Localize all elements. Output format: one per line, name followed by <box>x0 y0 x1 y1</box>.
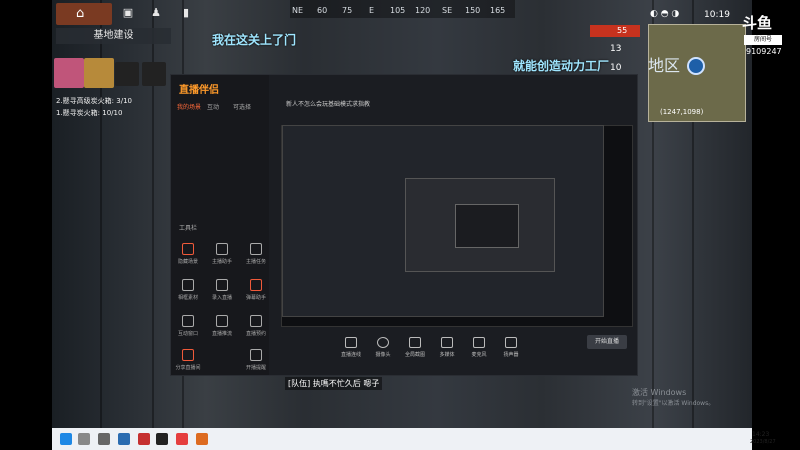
stats-icon[interactable]: ▮ <box>175 4 197 22</box>
compass-tick: NE <box>292 6 304 15</box>
compass-tick: 120 <box>415 6 431 15</box>
avatar[interactable] <box>84 58 114 88</box>
app-icon[interactable] <box>156 433 168 445</box>
tool-button[interactable]: 主播任务 <box>241 243 271 265</box>
microphone-button[interactable]: 麦克风 <box>465 337 493 358</box>
ammo-count: 13 <box>610 44 622 54</box>
tab-optional[interactable]: 可选择 <box>233 102 251 111</box>
region-label: 地区 <box>648 56 681 75</box>
ammo-count: 10 <box>610 63 622 73</box>
tool-button[interactable]: 隐藏场景 <box>173 243 203 265</box>
tool-button[interactable]: 录入直播 <box>207 279 237 301</box>
app-icon[interactable] <box>118 433 130 445</box>
player-marker-icon <box>687 57 705 75</box>
tool-button[interactable]: 相框素材 <box>173 279 203 301</box>
stream-title[interactable]: 新人不怎么会玩基础模式求指教 <box>286 99 370 108</box>
search-icon[interactable] <box>78 433 90 445</box>
chat-message: 我在这关上了门 <box>212 33 297 47</box>
link-button[interactable]: 直播连线 <box>337 337 365 358</box>
health-value: 55 <box>617 26 628 35</box>
media-button[interactable]: 多媒体 <box>433 337 461 358</box>
home-button[interactable]: ⌂ <box>56 3 112 25</box>
base-title: 基地建设 <box>56 28 171 44</box>
taskview-icon[interactable] <box>98 433 110 445</box>
chat-message: 就能创造动力工厂 <box>513 59 610 73</box>
team-icon[interactable]: ♟ <box>145 4 167 22</box>
room-label: 房间号 <box>744 35 782 45</box>
app-icon[interactable] <box>196 433 208 445</box>
start-icon[interactable] <box>60 433 72 445</box>
screenshot-button[interactable]: 全局截图 <box>401 337 429 358</box>
app-icon[interactable] <box>138 433 150 445</box>
compass-tick: SE <box>442 6 453 15</box>
app-icon[interactable] <box>176 433 188 445</box>
app-sidebar: 直播伴侣 我的场景 互动 可选择 工具栏 隐藏场景 主播助手 主播任务 相框素材… <box>171 75 269 375</box>
nested-preview <box>455 204 519 248</box>
add-member-icon[interactable] <box>142 62 166 86</box>
compass-bar: NE 60 75 E 105 120 SE 150 165 <box>290 0 515 18</box>
compass-tick: 60 <box>317 6 328 15</box>
compass-tick: 105 <box>390 6 406 15</box>
tool-button[interactable]: 直播预约 <box>241 315 271 337</box>
compass-tick: E <box>369 6 375 15</box>
compass-tick: 165 <box>490 6 506 15</box>
status-icons: ◐ ◓ ◑ <box>650 9 680 19</box>
tool-button[interactable]: 弹幕助手 <box>241 279 271 301</box>
taskbar: 14:23 2023/8/27 <box>52 428 776 450</box>
compass-tick: 150 <box>465 6 481 15</box>
health-bar <box>590 25 640 37</box>
tab-scenes[interactable]: 我的场景 <box>177 102 201 111</box>
bottom-toolbar: 直播连线 摄像头 全局截图 多媒体 麦克风 扬声器 <box>279 333 631 363</box>
activate-windows-hint: 转到"设置"以激活 Windows。 <box>632 400 715 407</box>
speaker-button[interactable]: 扬声器 <box>497 337 525 358</box>
home-icon: ⌂ <box>76 6 85 21</box>
app-logo: 直播伴侣 <box>179 85 219 96</box>
room-id: 9109247 <box>746 47 782 56</box>
add-member-icon[interactable] <box>115 62 139 86</box>
tool-button[interactable]: 互动窗口 <box>173 315 203 337</box>
team-chat-message: [队伍] 执嗎不忙久后 嗯子 <box>285 377 383 390</box>
game-clock: 10:19 <box>704 10 730 20</box>
gift-icon[interactable]: ▣ <box>117 4 139 22</box>
tab-interaction[interactable]: 互动 <box>207 102 219 111</box>
tools-title: 工具栏 <box>179 225 198 232</box>
douyu-logo: 斗鱼 <box>742 14 773 32</box>
activate-windows: 激活 Windows <box>632 388 687 397</box>
tool-button[interactable]: 开播提醒 <box>241 349 271 371</box>
camera-button[interactable]: 摄像头 <box>369 337 397 358</box>
map-coordinates: (1247,1098) <box>660 108 704 116</box>
avatar[interactable] <box>54 58 84 88</box>
tool-button[interactable]: 分享直播间 <box>173 349 203 371</box>
tool-button[interactable]: 直播推流 <box>207 315 237 337</box>
tool-button[interactable]: 主播助手 <box>207 243 237 265</box>
quest-item: 1.懸寻炭火箱: 10/10 <box>56 109 123 117</box>
compass-tick: 75 <box>342 6 353 15</box>
taskbar-time: 14:23 <box>752 431 770 438</box>
quest-item: 2.懸寻高级炭火箱: 3/10 <box>56 97 132 105</box>
taskbar-date: 2023/8/27 <box>750 439 776 445</box>
start-live-button[interactable]: 开始直播 <box>587 335 627 349</box>
